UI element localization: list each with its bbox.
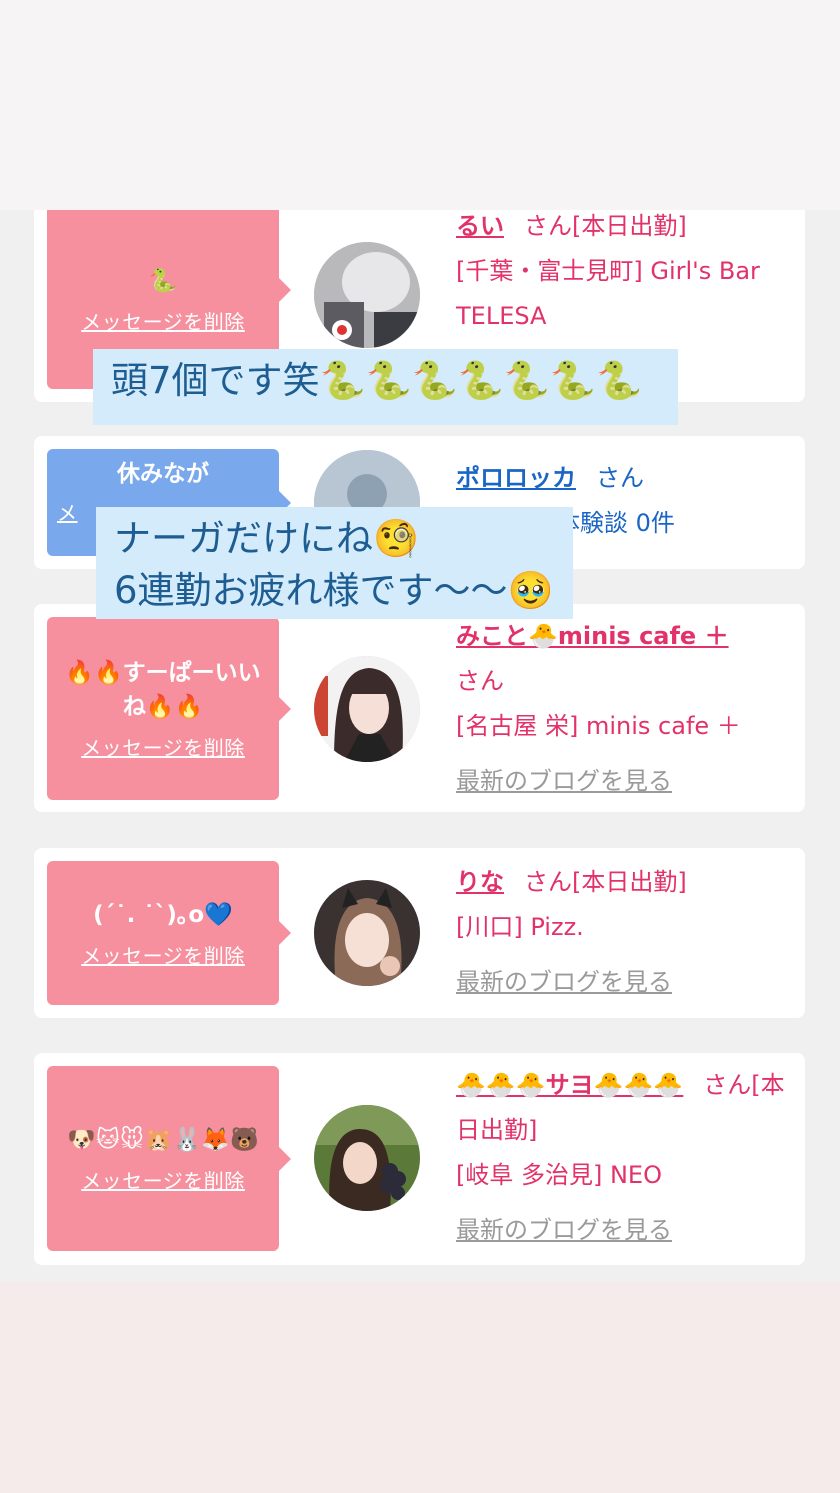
honorific: さん (456, 667, 504, 695)
latest-blog-link[interactable]: 最新のブログを見る (456, 960, 796, 1005)
message-text: (ˊ˙. ˙ˋ)｡o💙 (93, 901, 233, 928)
girl-name-link[interactable]: ポロロッカ (456, 464, 576, 492)
girl-name-link[interactable]: りな (456, 868, 504, 896)
delete-message-link[interactable]: メッセージを削除 (81, 732, 245, 761)
message-text: 🔥🔥すーぱーいいね🔥🔥 (65, 660, 261, 720)
delete-message-link[interactable]: メッセージを削除 (81, 940, 245, 969)
delete-message-link[interactable]: メッセージを削除 (81, 306, 245, 335)
girl-name-link[interactable]: みこと🐣minis cafe ＋ (456, 622, 729, 650)
top-blank-area (0, 0, 840, 210)
avatar[interactable] (314, 880, 420, 986)
message-text: 🐶🐱🐭🐹🐰🦊🐻 (67, 1127, 259, 1153)
girl-info: 🐣🐣🐣サヨ🐣🐣🐣 さん[本日出勤] [岐阜 多治見] NEO 最新のブログを見る (456, 1063, 796, 1253)
delete-message-link[interactable]: メ (57, 497, 78, 526)
avatar[interactable] (314, 656, 420, 762)
girl-name-link[interactable]: 🐣🐣🐣サヨ🐣🐣🐣 (456, 1071, 683, 1099)
latest-blog-link[interactable]: 最新のブログを見る (456, 759, 796, 804)
caption-line-1: ナーガだけにね🧐 (114, 517, 420, 560)
favorite-card: 🔥🔥すーぱーいいね🔥🔥 メッセージを削除 みこと🐣minis cafe ＋ さん… (34, 604, 805, 812)
shop-info: [川口] Pizz. (456, 913, 584, 941)
bottom-blank-area (0, 1282, 840, 1493)
girl-info: りな さん[本日出勤] [川口] Pizz. 最新のブログを見る (456, 860, 796, 1005)
avatar[interactable] (314, 1105, 420, 1211)
honorific-status: さん[本日出勤] (524, 868, 687, 896)
message-text: 休みなが (117, 461, 209, 487)
overlay-caption-2: ナーガだけにね🧐 6連勤お疲れ様です〜〜🥹 (96, 507, 573, 619)
girl-name-link[interactable]: るい (456, 212, 504, 240)
girl-info: みこと🐣minis cafe ＋ さん [名古屋 栄] minis cafe ＋… (456, 614, 796, 804)
message-bubble: 🐶🐱🐭🐹🐰🦊🐻 メッセージを削除 (47, 1066, 291, 1251)
latest-blog-link[interactable]: 最新のブログを見る (456, 1208, 796, 1253)
message-bubble: (ˊ˙. ˙ˋ)｡o💙 メッセージを削除 (47, 861, 291, 1005)
caption-text: 頭7個です笑🐍🐍🐍🐍🐍🐍🐍 (111, 359, 643, 402)
honorific: さん (596, 464, 644, 492)
honorific-status: さん[本日出勤] (524, 212, 687, 240)
favorite-card: 🐶🐱🐭🐹🐰🦊🐻 メッセージを削除 🐣🐣🐣サヨ🐣🐣🐣 さん[本日出勤] [岐阜 多治… (34, 1053, 805, 1265)
message-bubble: 🔥🔥すーぱーいいね🔥🔥 メッセージを削除 (47, 617, 291, 800)
message-text: 🐍 (148, 268, 178, 294)
delete-message-link[interactable]: メッセージを削除 (81, 1165, 245, 1194)
shop-info: [岐阜 多治見] NEO (456, 1161, 662, 1189)
favorite-card: (ˊ˙. ˙ˋ)｡o💙 メッセージを削除 りな さん[本日出勤] [川口] Piz… (34, 848, 805, 1018)
avatar[interactable] (314, 242, 420, 348)
shop-info: [名古屋 栄] minis cafe ＋ (456, 712, 741, 740)
overlay-caption-1: 頭7個です笑🐍🐍🐍🐍🐍🐍🐍 (93, 349, 678, 425)
shop-info: [千葉・富士見町] Girl's Bar TELESA (456, 257, 760, 330)
caption-line-2: 6連勤お疲れ様です〜〜🥹 (114, 569, 554, 612)
